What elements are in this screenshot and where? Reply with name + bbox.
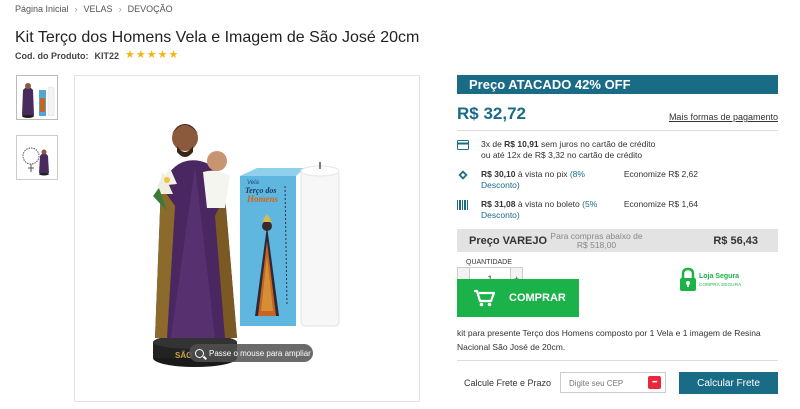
wholesale-banner: Preço ATACADO 42% OFF xyxy=(457,75,778,94)
breadcrumb-devocao[interactable]: DEVOÇÃO xyxy=(128,4,173,14)
pix-value: R$ 30,10 xyxy=(481,169,516,179)
freight-label: Calcule Frete e Prazo xyxy=(464,378,552,388)
product-code-row: Cod. do Produto: KIT22 ★ ★ ★ ★ ★ xyxy=(15,50,178,61)
installments-value: R$ 10,91 xyxy=(504,139,539,149)
rating-stars[interactable]: ★ ★ ★ ★ ★ xyxy=(125,50,178,61)
buy-button-label: COMPRAR xyxy=(509,292,566,304)
cart-icon xyxy=(474,289,495,307)
star-icon: ★ xyxy=(146,49,157,61)
product-description: kit para presente Terço dos Homens compo… xyxy=(457,328,761,352)
breadcrumb-separator: › xyxy=(74,4,78,14)
boleto-text: à vista no boleto xyxy=(515,199,583,209)
zoom-hint-text: Passe o mouse para ampliar xyxy=(209,348,311,358)
calculate-freight-button[interactable]: Calcular Frete xyxy=(679,372,778,394)
boleto-value: R$ 31,08 xyxy=(481,199,516,209)
secure-store-badge: Loja Segura COMPRA SEGURA xyxy=(678,265,742,295)
star-icon: ★ xyxy=(135,49,146,61)
padlock-icon xyxy=(680,267,696,291)
zoom-hint: Passe o mouse para ampliar xyxy=(189,344,313,362)
pix-line: R$ 30,10 à vista no pix (8% Desconto) Ec… xyxy=(457,169,778,191)
cep-input[interactable] xyxy=(561,374,641,393)
boleto-savings: Economize R$ 1,64 xyxy=(623,199,698,209)
installments-alt: ou até 12x de R$ 3,32 no cartão de crédi… xyxy=(481,150,643,160)
breadcrumb-home[interactable]: Página Inicial xyxy=(15,4,69,14)
credit-card-icon xyxy=(457,140,469,150)
price-row: R$ 32,72 Mais formas de pagamento xyxy=(457,102,778,124)
boleto-line: R$ 31,08 à vista no boleto (5% Desconto)… xyxy=(457,199,778,221)
divider xyxy=(457,360,778,361)
retail-note: Para compras abaixo de R$ 518,00 xyxy=(550,230,643,250)
secure-subtitle: COMPRA SEGURA xyxy=(699,282,742,287)
retail-price: R$ 56,43 xyxy=(713,234,758,247)
price-main: R$ 32,72 xyxy=(457,104,526,123)
magnifier-icon xyxy=(195,348,204,358)
cep-field: ••• xyxy=(560,372,666,393)
divider xyxy=(457,130,778,131)
more-payments-link[interactable]: Mais formas de pagamento xyxy=(669,112,778,122)
product-code-label: Cod. do Produto: xyxy=(15,50,89,61)
pix-icon xyxy=(458,170,468,180)
cep-lookup-icon[interactable]: ••• xyxy=(648,376,661,389)
purchase-panel: Preço ATACADO 42% OFF R$ 32,72 Mais form… xyxy=(457,75,778,394)
buy-button[interactable]: COMPRAR xyxy=(457,279,579,317)
star-icon: ★ xyxy=(168,49,179,61)
breadcrumb-velas[interactable]: VELAS xyxy=(84,4,113,14)
thumbnail-list xyxy=(16,75,58,195)
star-icon: ★ xyxy=(125,49,135,61)
thumbnail-2[interactable] xyxy=(16,135,58,180)
thumbnail-kit-image xyxy=(17,76,57,119)
product-title: Kit Terço dos Homens Vela e Imagem de Sã… xyxy=(15,29,420,46)
star-icon: ★ xyxy=(157,49,168,61)
pix-text: à vista no pix xyxy=(515,169,570,179)
thumbnail-rosary-image xyxy=(17,136,57,179)
installments-pre: 3x de xyxy=(481,139,505,149)
pix-savings: Economize R$ 2,62 xyxy=(623,169,698,179)
retail-label: Preço VAREJO xyxy=(469,234,548,247)
secure-title: Loja Segura xyxy=(699,273,740,280)
breadcrumb-separator: › xyxy=(118,4,122,14)
retail-price-bar: Preço VAREJO Para compras abaixo de R$ 5… xyxy=(457,229,778,252)
product-code-value: KIT22 xyxy=(94,50,119,61)
svg-text:Homens: Homens xyxy=(246,194,279,204)
installments-line: 3x de R$ 10,91 sem juros no cartão de cr… xyxy=(457,139,778,161)
thumbnail-1[interactable] xyxy=(16,75,58,120)
breadcrumb: Página Inicial › VELAS › DEVOÇÃO xyxy=(15,4,173,14)
barcode-icon xyxy=(457,200,468,210)
installments-post: sem juros no cartão de crédito xyxy=(538,139,656,149)
